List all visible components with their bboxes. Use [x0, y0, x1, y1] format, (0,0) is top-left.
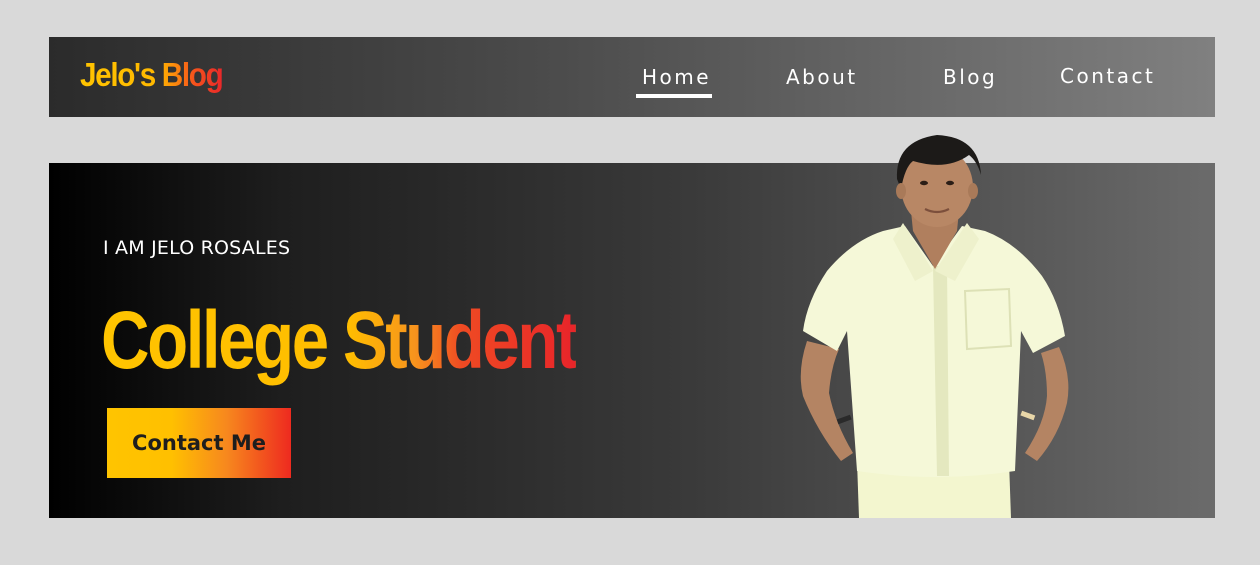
contact-me-button[interactable]: Contact Me [107, 408, 291, 478]
portrait-photo [800, 135, 1069, 518]
site-logo[interactable]: Jelo's Blog [80, 53, 224, 97]
top-navbar: Jelo's Blog Home About Blog Contact [49, 37, 1215, 117]
hero-section: I AM JELO ROSALES College Student Contac… [49, 135, 1215, 518]
nav-active-underline [636, 94, 712, 98]
nav-contact-link[interactable]: Contact [1060, 62, 1155, 90]
nav-about-link[interactable]: About [786, 63, 858, 91]
hero-intro-text: I AM JELO ROSALES [103, 237, 291, 259]
nav-blog-link[interactable]: Blog [943, 63, 997, 91]
nav-home-link[interactable]: Home [642, 63, 711, 91]
hero-headline: College Student [101, 291, 578, 391]
